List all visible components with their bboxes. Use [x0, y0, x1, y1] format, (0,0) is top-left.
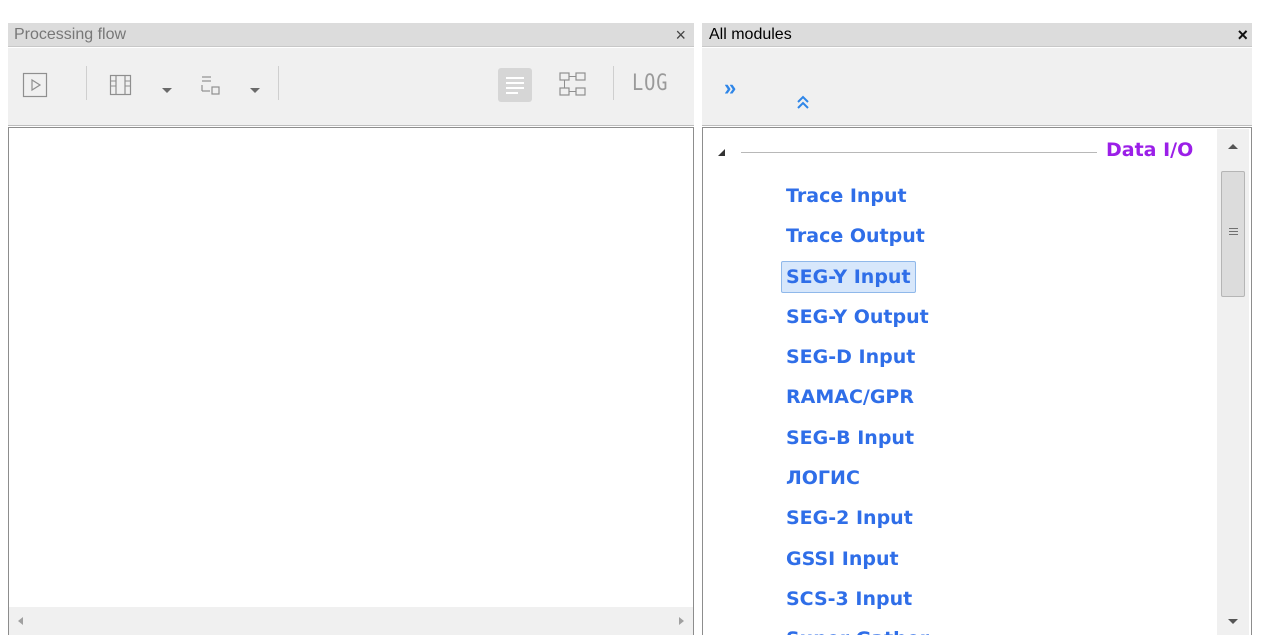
module-item[interactable]: SEG-Y Output	[781, 297, 934, 337]
module-item-label: SEG-D Input	[786, 346, 916, 369]
scroll-right-arrow-icon[interactable]	[679, 617, 684, 625]
play-icon[interactable]	[22, 72, 48, 98]
group-divider	[741, 152, 1097, 153]
module-item[interactable]: SEG-D Input	[781, 337, 934, 377]
all-modules-close-button[interactable]: ×	[1237, 24, 1248, 46]
module-item[interactable]: SEG-2 Input	[781, 498, 934, 538]
scroll-down-arrow-icon[interactable]	[1228, 619, 1238, 624]
module-item-label: SEG-2 Input	[786, 507, 913, 530]
module-item-label: SEG-Y Output	[786, 305, 929, 328]
module-item[interactable]: GSSI Input	[781, 539, 934, 579]
processing-flow-toolbar: LOG	[8, 48, 694, 126]
module-item-label: RAMAC/GPR	[786, 386, 914, 409]
tree-list-icon[interactable]	[198, 72, 224, 98]
all-modules-panel: All modules × » Data I/O Trace Input Trac…	[702, 15, 1252, 635]
processing-flow-panel: Processing flow × LOG	[8, 15, 694, 635]
processing-flow-header: Processing flow ×	[8, 23, 694, 47]
horizontal-scrollbar[interactable]	[8, 607, 694, 635]
module-item[interactable]: Trace Input	[781, 176, 934, 216]
group-label-data-io[interactable]: Data I/O	[1106, 139, 1193, 161]
all-modules-title: All modules	[709, 26, 792, 43]
toolbar-separator	[613, 66, 614, 100]
module-item-label: SEG-B Input	[786, 426, 915, 449]
module-item[interactable]: Trace Output	[781, 216, 934, 256]
flow-diagram-icon[interactable]	[558, 70, 588, 100]
chevron-down-icon[interactable]	[250, 88, 260, 93]
module-list: Trace Input Trace Output SEG-Y Input SEG-Y …	[781, 176, 934, 635]
processing-flow-title: Processing flow	[14, 26, 127, 43]
module-item-label: ЛОГИС	[786, 467, 860, 490]
collapse-triangle-icon[interactable]	[718, 149, 725, 156]
film-strip-icon[interactable]	[108, 72, 134, 98]
module-item[interactable]: SEG-Y Input	[781, 257, 934, 297]
vertical-scrollbar[interactable]	[1217, 129, 1249, 635]
all-modules-toolbar: »	[702, 48, 1252, 126]
module-item[interactable]: Super Gather	[781, 619, 934, 635]
processing-flow-close-button[interactable]: ×	[675, 24, 686, 46]
all-modules-header: All modules ×	[702, 23, 1252, 47]
module-item-label: Super Gather	[781, 623, 934, 635]
scroll-left-arrow-icon[interactable]	[18, 617, 23, 625]
expand-all-button[interactable]: »	[724, 75, 736, 101]
processing-flow-canvas[interactable]	[8, 127, 694, 607]
scroll-up-arrow-icon[interactable]	[1228, 144, 1238, 149]
collapse-all-button[interactable]	[796, 95, 810, 111]
toolbar-separator	[86, 66, 87, 100]
module-item[interactable]: ЛОГИС	[781, 458, 934, 498]
module-item[interactable]: SCS-3 Input	[781, 579, 934, 619]
chevron-down-icon[interactable]	[162, 88, 172, 93]
module-item[interactable]: RAMAC/GPR	[781, 377, 934, 417]
module-item-label: SCS-3 Input	[786, 587, 913, 610]
module-item-label: SEG-Y Input	[781, 260, 916, 293]
modules-tree[interactable]: Data I/O Trace Input Trace Output SEG-Y In…	[702, 127, 1252, 635]
log-button[interactable]: LOG	[632, 71, 668, 96]
scrollbar-thumb[interactable]	[1221, 171, 1245, 297]
toolbar-separator	[278, 66, 279, 100]
list-view-icon[interactable]	[498, 68, 532, 102]
grip-icon	[1229, 228, 1238, 238]
module-item[interactable]: SEG-B Input	[781, 418, 934, 458]
module-item-label: Trace Output	[786, 225, 925, 248]
module-item-label: Trace Input	[786, 185, 907, 207]
module-item-label: GSSI Input	[786, 547, 899, 570]
